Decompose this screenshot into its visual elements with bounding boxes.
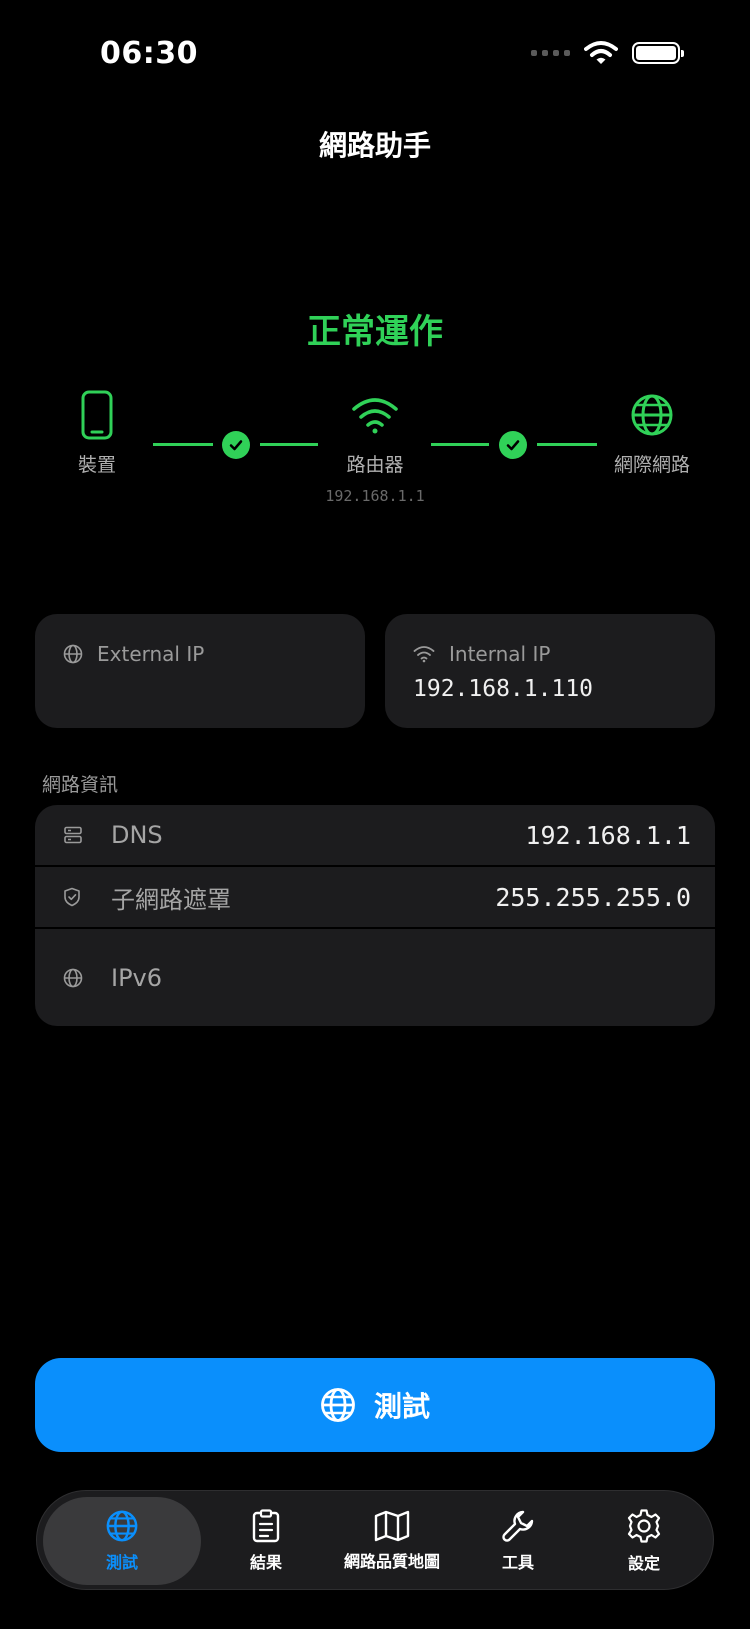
router-ip: 192.168.1.1 [325, 487, 425, 505]
status-icons [531, 40, 684, 66]
tab-quality-map-label: 網路品質地圖 [343, 1552, 440, 1571]
dns-row[interactable]: DNS 192.168.1.1 [35, 805, 715, 865]
tab-bar: 測試 結果 網路品質地圖 工具 設定 [36, 1490, 714, 1590]
link-line [431, 443, 489, 446]
tab-quality-map[interactable]: 網路品質地圖 [329, 1497, 455, 1585]
external-ip-card[interactable]: External IP [35, 614, 365, 728]
dns-label: DNS [111, 821, 163, 849]
map-icon [374, 1510, 410, 1542]
battery-icon [632, 42, 684, 64]
status-time: 06:30 [100, 36, 198, 71]
tab-results[interactable]: 結果 [203, 1497, 329, 1585]
page-title: 網路助手 [318, 129, 431, 162]
internal-ip-card[interactable]: Internal IP 192.168.1.110 [385, 614, 715, 728]
internal-ip-value: 192.168.1.110 [413, 676, 594, 702]
cellular-signal-icon [531, 50, 570, 56]
clipboard-icon [252, 1509, 280, 1543]
globe-icon [63, 968, 99, 988]
link-line [537, 443, 597, 446]
check-icon [222, 431, 250, 459]
subnet-label: 子網路遮罩 [111, 885, 231, 914]
network-info-card: DNS 192.168.1.1 子網路遮罩 255.255.255.0 IPv6 [35, 805, 715, 1026]
node-internet-label: 網際網路 [613, 454, 690, 476]
globe-icon [321, 1388, 355, 1422]
tab-settings-label: 設定 [627, 1554, 660, 1573]
section-title: 網路資訊 [42, 774, 119, 796]
external-ip-label: External IP [97, 642, 205, 666]
wifi-icon [315, 388, 435, 442]
tab-results-label: 結果 [249, 1553, 282, 1572]
globe-icon [63, 644, 83, 664]
tab-test[interactable]: 測試 [43, 1497, 201, 1585]
internal-ip-label: Internal IP [449, 642, 551, 666]
node-device: 裝置 [37, 388, 157, 477]
globe-icon [592, 388, 712, 442]
ipv6-row[interactable]: IPv6 [35, 929, 715, 1026]
node-router: 路由器 192.168.1.1 [315, 388, 435, 505]
connection-status: 正常運作 [307, 312, 443, 352]
subnet-row[interactable]: 子網路遮罩 255.255.255.0 [35, 867, 715, 927]
tab-tools[interactable]: 工具 [455, 1497, 581, 1585]
node-router-label: 路由器 [346, 454, 404, 476]
node-internet: 網際網路 [592, 388, 712, 477]
dns-value: 192.168.1.1 [525, 820, 691, 850]
node-device-label: 裝置 [77, 454, 116, 476]
wrench-icon [502, 1510, 534, 1542]
phone-icon [37, 388, 157, 442]
globe-icon [106, 1510, 138, 1542]
wifi-icon [413, 646, 435, 663]
ipv6-label: IPv6 [111, 963, 163, 992]
link-line [153, 443, 213, 446]
shield-icon [63, 887, 99, 907]
tab-tools-label: 工具 [501, 1553, 534, 1572]
wifi-status-icon [584, 41, 618, 64]
test-button[interactable]: 測試 [35, 1358, 715, 1452]
tab-test-label: 測試 [105, 1553, 138, 1572]
link-line [260, 443, 318, 446]
check-icon [499, 431, 527, 459]
subnet-value: 255.255.255.0 [495, 882, 691, 912]
tab-settings[interactable]: 設定 [581, 1497, 707, 1585]
test-button-label: 測試 [373, 1390, 430, 1423]
server-icon [63, 826, 99, 844]
gear-icon [627, 1509, 661, 1543]
